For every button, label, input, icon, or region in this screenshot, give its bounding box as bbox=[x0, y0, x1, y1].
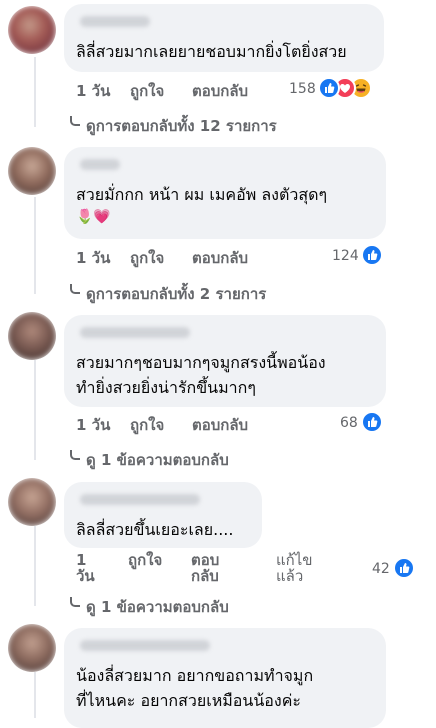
commenter-name[interactable] bbox=[80, 159, 120, 170]
comment-time[interactable]: 1 วัน bbox=[76, 246, 110, 270]
reply-line: ตอบ bbox=[191, 551, 220, 569]
like-icon bbox=[318, 77, 340, 99]
comment-text: ลิลลี่สวยขึ้นเยอะเลย.... bbox=[76, 520, 234, 539]
commenter-name[interactable] bbox=[80, 494, 200, 505]
reaction-count[interactable]: 158 bbox=[289, 81, 316, 97]
reply-button[interactable]: ตอบ กลับ bbox=[191, 552, 219, 584]
view-replies-link[interactable]: ดูการตอบกลับทั้ง 2 รายการ bbox=[70, 282, 266, 306]
like-button[interactable]: ถูกใจ bbox=[130, 246, 164, 270]
commenter-name[interactable] bbox=[80, 327, 190, 338]
edited-line: แก้ไข bbox=[276, 551, 313, 569]
reaction-icons[interactable] bbox=[318, 77, 382, 99]
reply-arrow-icon bbox=[70, 284, 80, 294]
reply-button[interactable]: ตอบกลับ bbox=[192, 79, 248, 103]
comment-bubble[interactable]: น้องลี่สวยมาก อยากขอถามทำจมูก ที่ไหนคะ อ… bbox=[64, 628, 386, 728]
comment-bubble[interactable]: ลิลลี่สวยขึ้นเยอะเลย.... bbox=[64, 482, 262, 548]
thread-line bbox=[34, 360, 36, 460]
like-icon bbox=[361, 244, 383, 266]
view-replies-link[interactable]: ดู 1 ข้อความตอบกลับ bbox=[70, 595, 229, 619]
comment-text-line: น้องลี่สวยมาก อยากขอถามทำจมูก bbox=[76, 666, 314, 685]
comment-bubble[interactable]: สวยมั่กกก หน้า ผม เมคอัพ ลงตัวสุดๆ 🌷💗 bbox=[64, 147, 386, 239]
commenter-name[interactable] bbox=[80, 640, 210, 651]
comment-text: ลิลี่สวยมากเลยยายชอบมากยิ่งโตยิ่งสวย bbox=[76, 42, 347, 61]
like-button[interactable]: ถูกใจ bbox=[130, 413, 164, 437]
comment-text-line: สวยมากๆชอบมากๆจมูกสรงนี้พอน้อง bbox=[76, 353, 326, 372]
avatar[interactable] bbox=[8, 478, 56, 526]
avatar[interactable] bbox=[8, 312, 56, 360]
reaction-count[interactable]: 124 bbox=[332, 248, 359, 264]
reply-arrow-icon bbox=[70, 597, 80, 607]
reaction-count[interactable]: 42 bbox=[372, 561, 390, 577]
comment-text: สวยมั่กกก หน้า ผม เมคอัพ ลงตัวสุดๆ bbox=[76, 185, 328, 204]
reply-button[interactable]: ตอบกลับ bbox=[192, 246, 248, 270]
reaction-icons[interactable] bbox=[361, 244, 385, 266]
thread-line bbox=[34, 672, 36, 718]
thread-line bbox=[34, 197, 36, 294]
avatar[interactable] bbox=[8, 6, 56, 54]
view-replies-link[interactable]: ดู 1 ข้อความตอบกลับ bbox=[70, 448, 229, 472]
avatar[interactable] bbox=[8, 147, 56, 195]
view-replies-label[interactable]: ดูการตอบกลับทั้ง 2 รายการ bbox=[86, 285, 266, 303]
view-replies-link[interactable]: ดูการตอบกลับทั้ง 12 รายการ bbox=[70, 114, 277, 138]
comment-time[interactable]: 1 วัน bbox=[76, 413, 110, 437]
reply-arrow-icon bbox=[70, 116, 80, 126]
thread-line bbox=[34, 57, 36, 127]
edited-line: แล้ว bbox=[276, 567, 304, 585]
time-line: 1 bbox=[76, 551, 87, 569]
comment-time[interactable]: 1 วัน bbox=[76, 552, 95, 584]
reply-arrow-icon bbox=[70, 450, 80, 460]
view-replies-label[interactable]: ดู 1 ข้อความตอบกลับ bbox=[86, 598, 229, 616]
comment-emoji: 🌷💗 bbox=[76, 209, 111, 225]
like-icon bbox=[361, 411, 383, 433]
time-line: วัน bbox=[76, 567, 95, 585]
reply-line: กลับ bbox=[191, 567, 219, 585]
edited-label[interactable]: แก้ไข แล้ว bbox=[276, 552, 313, 584]
reaction-count[interactable]: 68 bbox=[340, 415, 358, 431]
commenter-name[interactable] bbox=[80, 16, 150, 27]
like-button[interactable]: ถูกใจ bbox=[130, 79, 164, 103]
comment-text-line: ที่ไหนคะ อยากสวยเหมือนน้องค่ะ bbox=[76, 691, 302, 710]
comment-time[interactable]: 1 วัน bbox=[76, 79, 110, 103]
reaction-icons[interactable] bbox=[393, 557, 417, 579]
reaction-icons[interactable] bbox=[361, 411, 385, 433]
view-replies-label[interactable]: ดู 1 ข้อความตอบกลับ bbox=[86, 451, 229, 469]
view-replies-label[interactable]: ดูการตอบกลับทั้ง 12 รายการ bbox=[86, 117, 277, 135]
thread-line bbox=[34, 526, 36, 606]
like-button[interactable]: ถูกใจ bbox=[128, 552, 162, 568]
reply-button[interactable]: ตอบกลับ bbox=[192, 413, 248, 437]
avatar[interactable] bbox=[8, 624, 56, 672]
comment-text-line: ทำยิ่งสวยยิ่งน่ารักขึ้นมากๆ bbox=[76, 378, 256, 397]
comment-bubble[interactable]: ลิลี่สวยมากเลยยายชอบมากยิ่งโตยิ่งสวย bbox=[64, 4, 384, 72]
comment-bubble[interactable]: สวยมากๆชอบมากๆจมูกสรงนี้พอน้อง ทำยิ่งสวย… bbox=[64, 315, 386, 407]
like-icon bbox=[393, 557, 415, 579]
